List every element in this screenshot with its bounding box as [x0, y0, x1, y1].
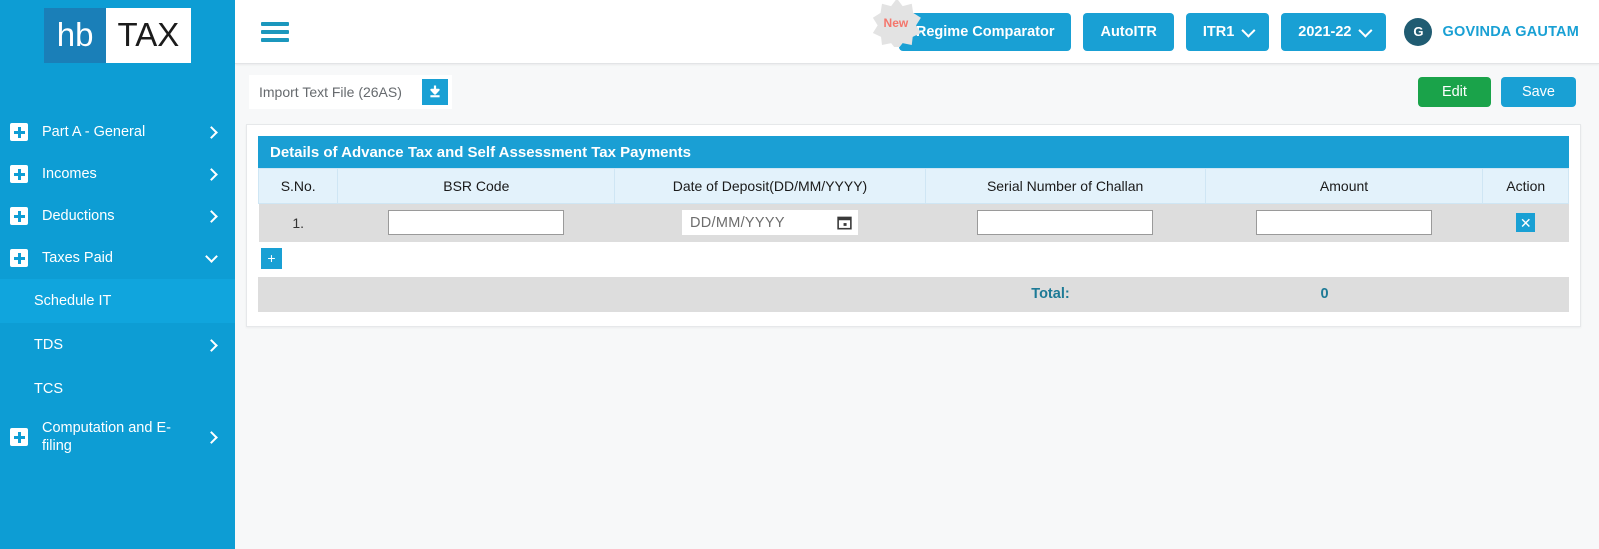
cell-amount: [1205, 203, 1483, 242]
plus-box-icon: [10, 249, 28, 267]
import-text-file-control[interactable]: Import Text File (26AS): [249, 75, 452, 109]
plus-box-icon: [10, 207, 28, 225]
close-icon[interactable]: ✕: [1516, 213, 1536, 233]
serial-number-input[interactable]: [977, 210, 1154, 236]
chevron-right-icon: [205, 125, 219, 139]
cell-sno: 1.: [258, 203, 338, 242]
avatar: G: [1404, 17, 1433, 46]
download-icon[interactable]: [421, 79, 448, 105]
hamburger-icon[interactable]: [261, 21, 289, 42]
user-menu[interactable]: G GOVINDA GAUTAM: [1398, 17, 1579, 46]
column-header-serial-number: Serial Number of Challan: [924, 168, 1206, 204]
sidebar-item-label: Part A - General: [42, 123, 146, 140]
sidebar-item-label: Taxes Paid: [42, 249, 113, 266]
sidebar-nav: Part A - General Incomes Deductions Taxe…: [0, 111, 235, 463]
sidebar-item-label: Deductions: [42, 207, 115, 224]
total-label: Total:: [1031, 286, 1070, 302]
main-content: New Regime Comparator AutoITR ITR1 2021-…: [235, 0, 1599, 549]
header-actions: New Regime Comparator AutoITR ITR1 2021-…: [872, 0, 1585, 51]
sidebar-item-label: Computation and E-filing: [42, 419, 171, 454]
total-value: 0: [1320, 286, 1329, 302]
chevron-down-icon: [205, 251, 219, 265]
sidebar-item-label: TDS: [34, 336, 63, 353]
chevron-down-icon: [1358, 23, 1373, 38]
logo-hb-text: hb: [43, 7, 107, 63]
sidebar-item-label: Incomes: [42, 165, 97, 182]
logo-tax-text: TAX: [106, 7, 192, 63]
itr-form-dropdown[interactable]: ITR1: [1185, 12, 1270, 51]
column-header-sno: S.No.: [257, 168, 339, 204]
app-logo[interactable]: hb TAX: [0, 0, 235, 64]
regime-comparator-button[interactable]: Regime Comparator: [898, 12, 1072, 51]
table-header-row: S.No. BSR Code Date of Deposit(DD/MM/YYY…: [257, 168, 1569, 204]
total-row: Total: 0: [258, 276, 1569, 312]
amount-input[interactable]: [1256, 210, 1433, 236]
chevron-right-icon: [205, 209, 219, 223]
tax-payments-panel: Details of Advance Tax and Self Assessme…: [246, 124, 1581, 327]
plus-box-icon: [10, 428, 28, 446]
plus-box-icon: [10, 165, 28, 183]
plus-box-icon: [10, 123, 28, 141]
column-header-date-of-deposit: Date of Deposit(DD/MM/YYYY): [614, 168, 926, 204]
assessment-year-dropdown[interactable]: 2021-22: [1281, 12, 1387, 51]
sidebar-item-deductions[interactable]: Deductions: [0, 195, 235, 237]
table-body: 1. DD/MM/YYYY ✕: [258, 203, 1569, 242]
app-root: hb TAX Part A - General Incomes Deductio…: [0, 0, 1599, 549]
cell-action: ✕: [1482, 203, 1569, 242]
sidebar-item-label: TCS: [34, 380, 63, 397]
sidebar-item-incomes[interactable]: Incomes: [0, 153, 235, 195]
sidebar-item-label: Schedule IT: [34, 292, 112, 309]
chevron-right-icon: [205, 430, 219, 444]
column-header-action: Action: [1482, 168, 1569, 204]
calendar-icon: [837, 216, 852, 230]
cell-serial-number: [925, 203, 1206, 242]
column-header-bsr-code: BSR Code: [337, 168, 616, 204]
sidebar: hb TAX Part A - General Incomes Deductio…: [0, 0, 235, 549]
auto-itr-button[interactable]: AutoITR: [1083, 12, 1174, 51]
assessment-year-label: 2021-22: [1298, 23, 1352, 40]
date-of-deposit-input[interactable]: DD/MM/YYYY: [681, 210, 858, 236]
itr-form-label: ITR1: [1202, 23, 1235, 40]
panel-title: Details of Advance Tax and Self Assessme…: [258, 136, 1569, 168]
action-bar-buttons: Edit Save: [1417, 77, 1576, 107]
sidebar-item-schedule-it[interactable]: Schedule IT: [0, 279, 235, 323]
regime-comparator-group: New Regime Comparator: [872, 0, 1072, 51]
sidebar-item-tcs[interactable]: TCS: [0, 367, 235, 411]
sidebar-item-part-a-general[interactable]: Part A - General: [0, 111, 235, 153]
column-header-amount: Amount: [1204, 168, 1484, 204]
cell-bsr-code: [337, 203, 615, 242]
table-header: S.No. BSR Code Date of Deposit(DD/MM/YYY…: [257, 168, 1569, 204]
tax-payments-table: S.No. BSR Code Date of Deposit(DD/MM/YYY…: [257, 168, 1569, 242]
cell-date-of-deposit: DD/MM/YYYY: [614, 203, 926, 242]
add-row-button[interactable]: +: [261, 247, 282, 269]
sidebar-item-computation-and-e-filing[interactable]: Computation and E-filing: [0, 411, 235, 463]
import-text-file-label: Import Text File (26AS): [259, 84, 402, 100]
sidebar-item-tds[interactable]: TDS: [0, 323, 235, 367]
save-button[interactable]: Save: [1500, 77, 1576, 107]
user-name-label: GOVINDA GAUTAM: [1442, 23, 1579, 40]
chevron-down-icon: [1241, 23, 1256, 38]
bsr-code-input[interactable]: [388, 210, 565, 236]
chevron-right-icon: [205, 167, 219, 181]
add-row-container: +: [258, 241, 1569, 277]
date-placeholder-text: DD/MM/YYYY: [689, 214, 785, 231]
action-bar: Import Text File (26AS) Edit Save: [235, 64, 1599, 120]
edit-button[interactable]: Edit: [1417, 77, 1491, 107]
sidebar-item-taxes-paid[interactable]: Taxes Paid: [0, 237, 235, 279]
table-row: 1. DD/MM/YYYY ✕: [258, 203, 1569, 242]
chevron-right-icon: [205, 338, 219, 352]
top-header: New Regime Comparator AutoITR ITR1 2021-…: [235, 0, 1599, 64]
